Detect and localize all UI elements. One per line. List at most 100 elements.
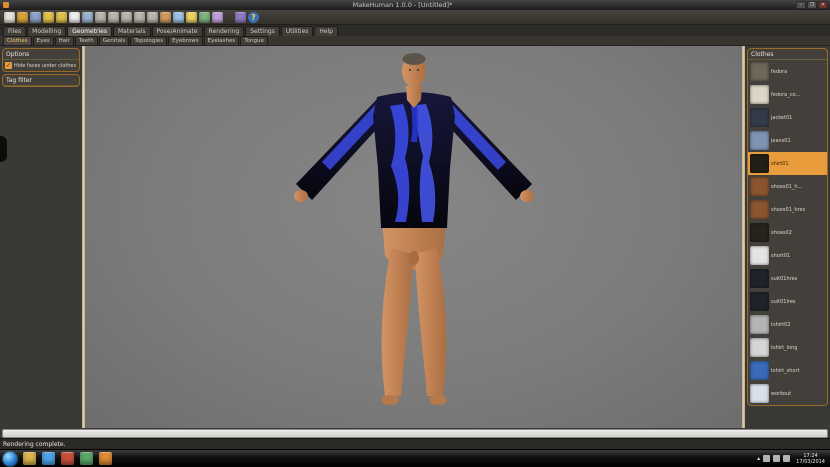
tray-volume-icon[interactable] [783, 455, 791, 462]
tag-filter-title: Tag filter [3, 75, 79, 86]
tab-help[interactable]: Help [314, 26, 339, 36]
clothes-item-label: short01 [771, 252, 791, 259]
redo-icon[interactable] [56, 11, 67, 23]
smooth-icon[interactable] [173, 11, 184, 23]
clothes-title: Clothes [748, 49, 827, 60]
viewport-3d[interactable] [85, 46, 742, 428]
tab-pose-animate[interactable]: Pose/Animate [151, 26, 203, 36]
clothes-item-fedora-co[interactable]: fedora_co... [748, 83, 827, 106]
subtab-clothes[interactable]: Clothes [3, 36, 32, 45]
load-icon[interactable] [17, 11, 28, 23]
grid-icon[interactable] [82, 11, 93, 23]
clothes-thumbnail [750, 246, 769, 265]
tab-files[interactable]: Files [3, 26, 27, 36]
clothes-thumbnail [750, 131, 769, 150]
tray-expand-icon[interactable]: ▴ [757, 455, 760, 463]
clothes-item-suit01lres[interactable]: suit01lres [748, 290, 827, 313]
minimize-button[interactable]: – [796, 1, 806, 9]
clothes-thumbnail [750, 361, 769, 380]
main-area: Options ✓ Hide faces under clothes Tag f… [0, 46, 830, 428]
right-view-icon[interactable] [134, 11, 145, 23]
clothes-item-label: suit01lres [771, 298, 796, 305]
back-view-icon[interactable] [108, 11, 119, 23]
subtab-teeth[interactable]: Teeth [74, 36, 98, 45]
clothes-box: Clothes fedora fedora_co... jacket01 jea… [747, 48, 828, 406]
makehuman-window: MakeHuman 1.0.0 - [Untitled]* – ❐ ✕ ? Fi… [0, 0, 830, 467]
clothes-item-label: fedora_co... [771, 91, 801, 98]
random-icon[interactable] [69, 11, 80, 23]
render-icon[interactable] [235, 11, 246, 23]
clothes-item-workout[interactable]: workout [748, 382, 827, 405]
top-view-icon[interactable] [147, 11, 158, 23]
taskbar-clock[interactable]: 17:24 17/03/2014 [796, 453, 825, 465]
front-view-icon[interactable] [95, 11, 106, 23]
subtab-eyelashes[interactable]: Eyelashes [203, 36, 240, 45]
clothes-item-shirt01[interactable]: shirt01 [748, 152, 827, 175]
tray-network-icon[interactable] [773, 455, 781, 462]
tab-utilities[interactable]: Utilities [280, 26, 314, 36]
tray-display-icon[interactable] [763, 455, 771, 462]
clothes-item-label: shoes02 [771, 229, 792, 236]
clothes-item-label: fedora [771, 68, 788, 75]
clothes-item-label: tshirt_long [771, 344, 798, 351]
options-title: Options [3, 49, 79, 60]
clothes-item-suit01hres[interactable]: suit01hres [748, 267, 827, 290]
hide-faces-option[interactable]: ✓ Hide faces under clothes [3, 60, 79, 71]
tab-geometries[interactable]: Geometries [67, 26, 112, 36]
subtab-hair[interactable]: Hair [54, 36, 74, 45]
clothes-item-label: jacket01 [771, 114, 793, 121]
checkbox-checked-icon[interactable]: ✓ [5, 62, 12, 69]
edge-handle[interactable] [0, 136, 7, 162]
options-box: Options ✓ Hide faces under clothes [2, 48, 80, 72]
clothes-item-tshirt-long[interactable]: tshirt_long [748, 336, 827, 359]
clothes-thumbnail [750, 384, 769, 403]
explorer-icon[interactable] [23, 452, 36, 465]
clothes-item-label: jeans01 [771, 137, 791, 144]
clothes-item-shoes01-h[interactable]: shoes01_h... [748, 175, 827, 198]
tab-materials[interactable]: Materials [113, 26, 151, 36]
tab-rendering[interactable]: Rendering [203, 26, 245, 36]
save-icon[interactable] [30, 11, 41, 23]
clothes-thumbnail [750, 315, 769, 334]
clothes-item-jacket01[interactable]: jacket01 [748, 106, 827, 129]
undo-icon[interactable] [43, 11, 54, 23]
material-icon[interactable] [199, 11, 210, 23]
left-view-icon[interactable] [121, 11, 132, 23]
subtab-eyes[interactable]: Eyes [32, 36, 54, 45]
human-model [293, 53, 534, 405]
clothes-item-label: shoes01_h... [771, 183, 803, 190]
start-button[interactable] [3, 451, 17, 466]
new-file-icon[interactable] [4, 11, 15, 23]
light-icon[interactable] [186, 11, 197, 23]
office-app-icon[interactable] [80, 452, 93, 465]
clothes-thumbnail [750, 62, 769, 81]
internet-explorer-icon[interactable] [42, 452, 55, 465]
clothes-item-fedora[interactable]: fedora [748, 60, 827, 83]
measure-icon[interactable] [212, 11, 223, 23]
subtab-topologies[interactable]: Topologies [130, 36, 168, 45]
tag-filter-box: Tag filter [2, 74, 80, 87]
help-icon[interactable]: ? [248, 11, 259, 23]
clothes-item-shoes01-hres[interactable]: shoes01_hres [748, 198, 827, 221]
clothes-item-shoes02[interactable]: shoes02 [748, 221, 827, 244]
maximize-button[interactable]: ❐ [807, 1, 817, 9]
close-button[interactable]: ✕ [818, 1, 828, 9]
tab-settings[interactable]: Settings [245, 26, 280, 36]
subtab-eyebrows[interactable]: Eyebrows [168, 36, 203, 45]
makehuman-taskbar-icon[interactable] [99, 452, 112, 465]
clothes-thumbnail [750, 85, 769, 104]
clock-date: 17/03/2014 [796, 458, 825, 465]
left-panel: Options ✓ Hide faces under clothes Tag f… [0, 46, 82, 428]
clothes-item-tshirt02[interactable]: tshirt02 [748, 313, 827, 336]
clothes-item-tshirt-short[interactable]: tshirt_short [748, 359, 827, 382]
media-app-icon[interactable] [61, 452, 74, 465]
clothes-item-label: tshirt_short [771, 367, 800, 374]
pose-icon[interactable] [160, 11, 171, 23]
clothes-item-short01[interactable]: short01 [748, 244, 827, 267]
tab-modelling[interactable]: Modelling [27, 26, 67, 36]
subtab-tongue[interactable]: Tongue [240, 36, 268, 45]
clothes-item-jeans01[interactable]: jeans01 [748, 129, 827, 152]
system-tray: ▴ 17:24 17/03/2014 [757, 453, 830, 465]
subtab-genitals[interactable]: Genitals [98, 36, 130, 45]
clothes-item-label: workout [771, 390, 792, 397]
